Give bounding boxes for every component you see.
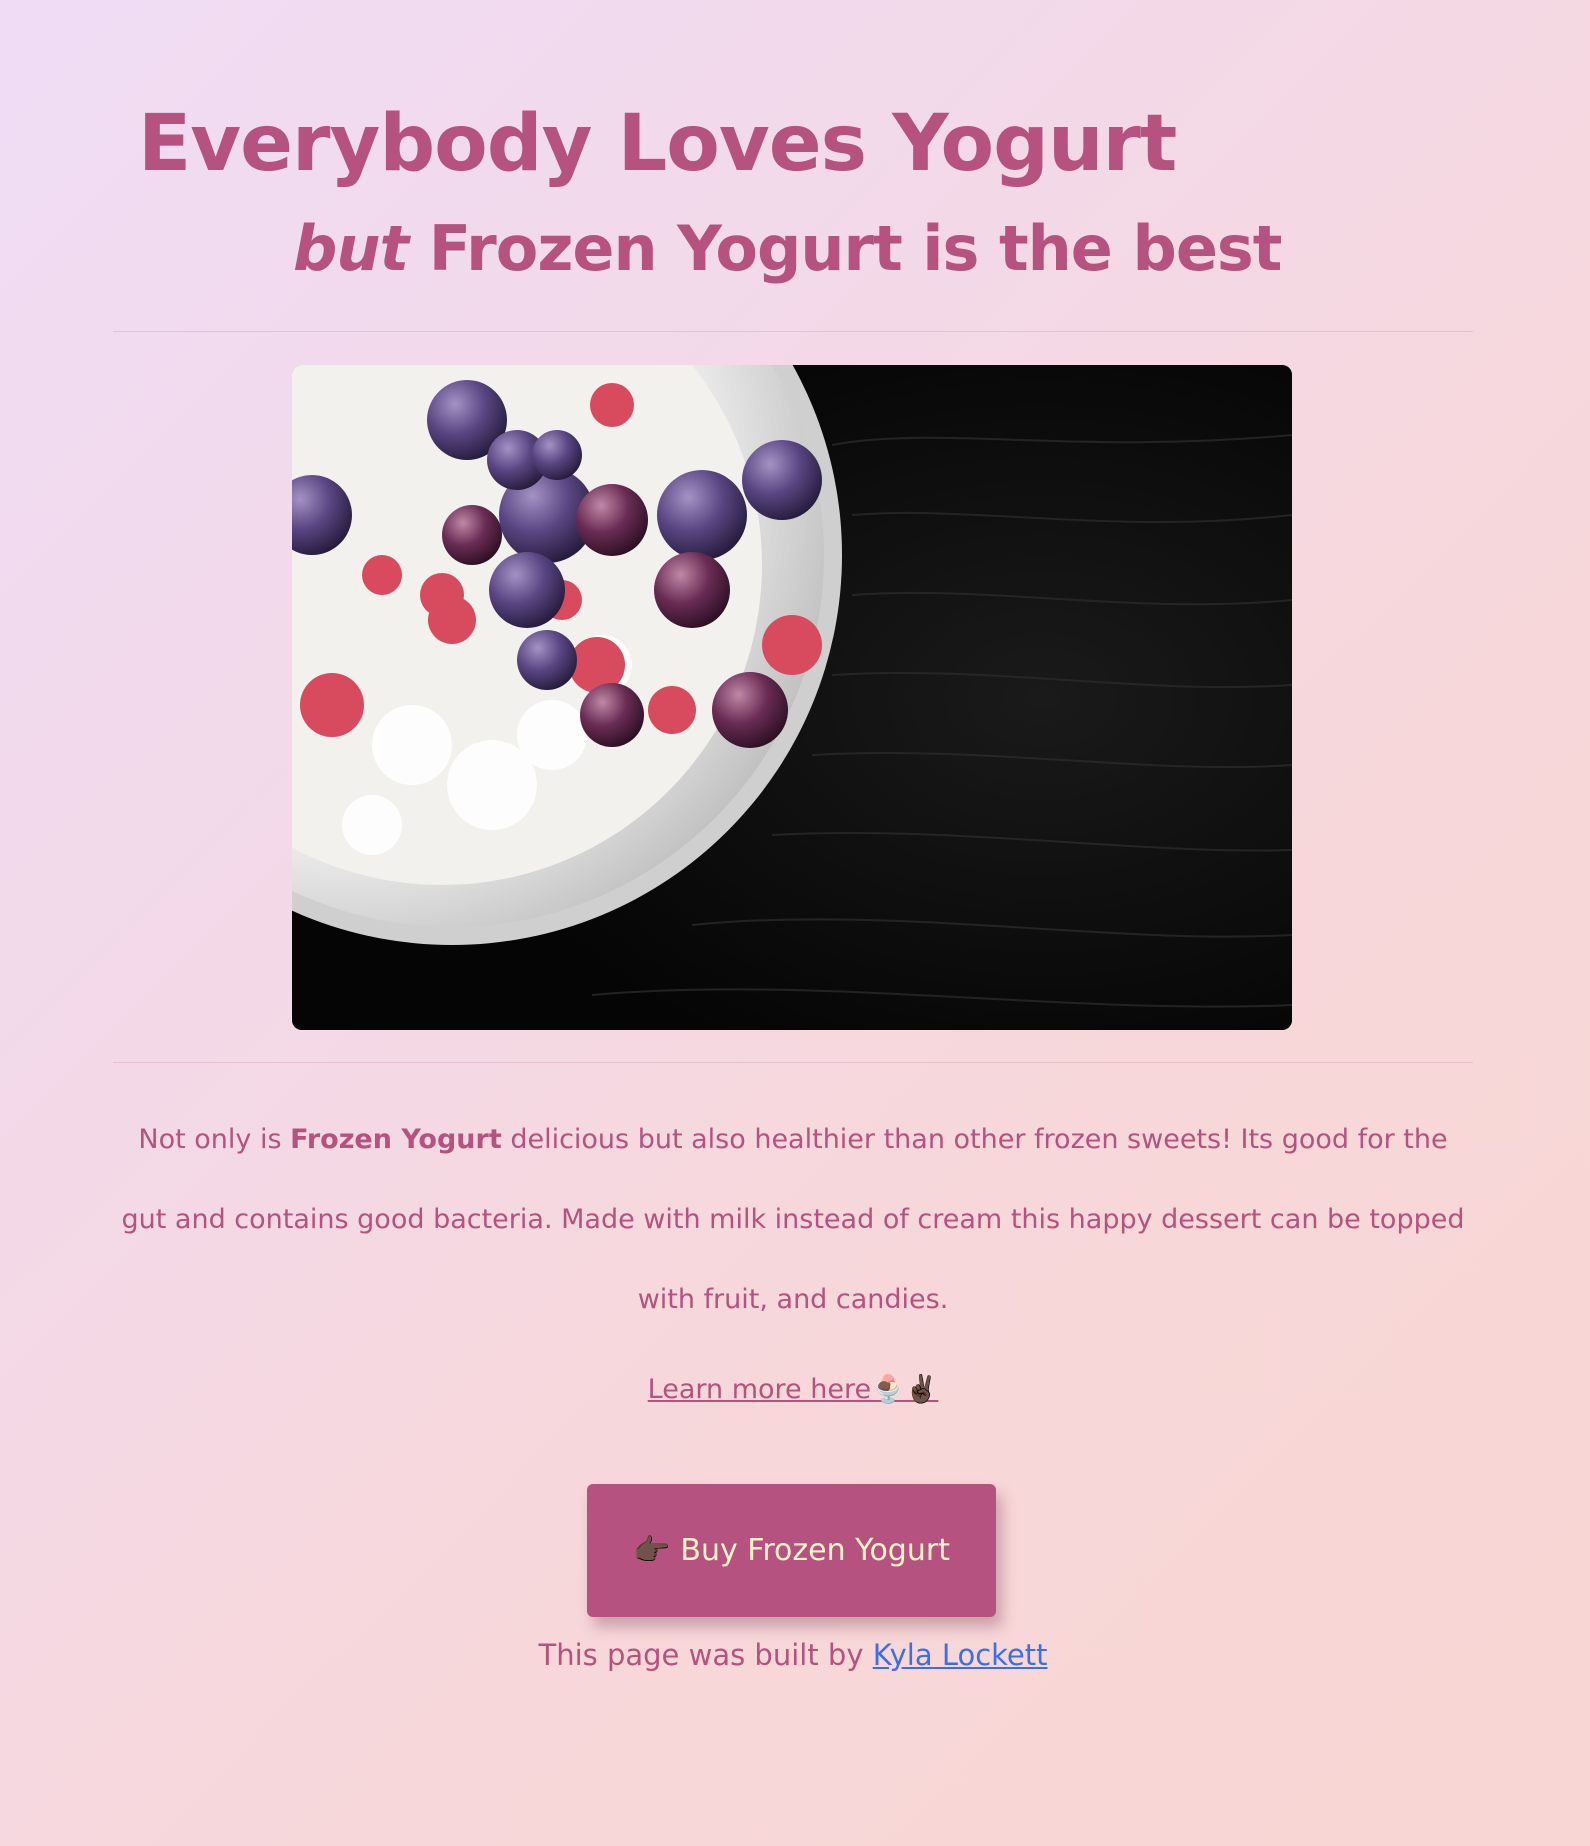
bottom-divider xyxy=(113,1062,1473,1063)
subtitle-text: Frozen Yogurt is the best xyxy=(408,212,1283,285)
top-divider xyxy=(113,331,1473,332)
description-paragraph: Not only is Frozen Yogurt delicious but … xyxy=(113,1100,1473,1340)
credit-text: This page was built by xyxy=(538,1638,873,1672)
page-credit: This page was built by Kyla Lockett xyxy=(113,1630,1473,1680)
learn-more-link[interactable]: Learn more here🍨✌🏿 xyxy=(648,1374,939,1405)
frozen-yogurt-image xyxy=(292,365,1292,1030)
description-intro: Not only is xyxy=(138,1124,291,1155)
page-subtitle: but Frozen Yogurt is the best xyxy=(293,212,1283,285)
pointing-hand-icon: 👉🏿 xyxy=(633,1533,671,1568)
description-highlight: Frozen Yogurt xyxy=(290,1124,502,1155)
author-link[interactable]: Kyla Lockett xyxy=(873,1638,1048,1672)
buy-button-label: Buy Frozen Yogurt xyxy=(680,1533,950,1568)
page-title: Everybody Loves Yogurt xyxy=(138,99,1177,189)
subtitle-emphasis: but xyxy=(293,212,409,285)
buy-frozen-yogurt-button[interactable]: 👉🏿 Buy Frozen Yogurt xyxy=(587,1484,996,1617)
learn-more-container: Learn more here🍨✌🏿 xyxy=(113,1365,1473,1415)
